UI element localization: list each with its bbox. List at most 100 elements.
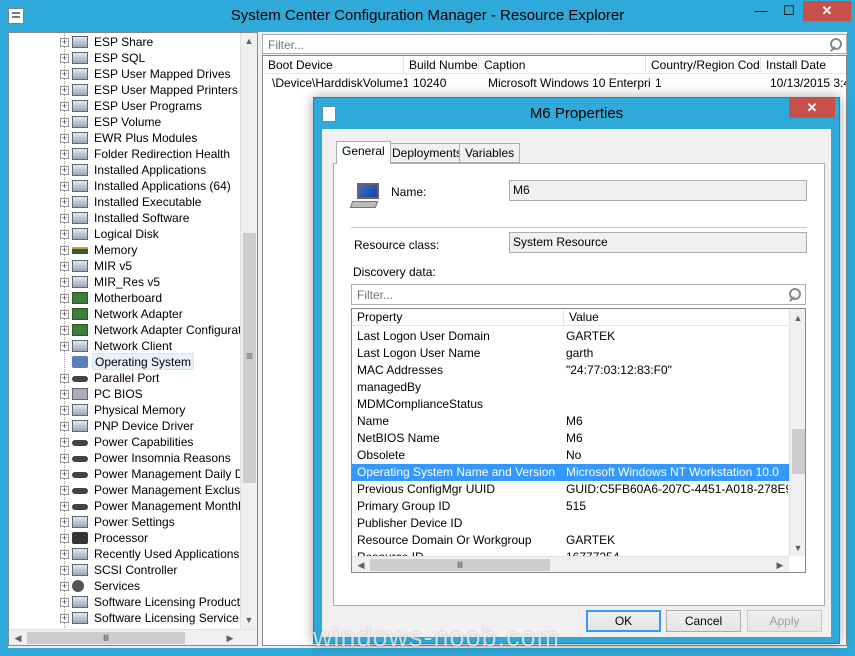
tree-item[interactable]: + ESP Volume xyxy=(9,114,240,130)
tree-item[interactable]: + Network Client xyxy=(9,338,240,354)
property-row[interactable]: Operating System Name and Version Microso… xyxy=(352,464,789,481)
name-field[interactable]: M6 xyxy=(509,180,807,201)
tree-item[interactable]: + Physical Memory xyxy=(9,402,240,418)
tree-item[interactable]: + Power Settings xyxy=(9,514,240,530)
expand-icon[interactable]: + xyxy=(60,310,69,319)
expand-icon[interactable]: + xyxy=(60,406,69,415)
tree-item[interactable]: + Power Management Daily Data xyxy=(9,466,257,482)
expand-icon[interactable]: + xyxy=(60,390,69,399)
expand-icon[interactable]: + xyxy=(60,534,69,543)
tree-item[interactable]: + Memory xyxy=(9,242,240,258)
expand-icon[interactable]: + xyxy=(60,486,69,495)
property-row[interactable]: MDMComplianceStatus xyxy=(352,396,789,413)
tree-item[interactable]: + PC BIOS xyxy=(9,386,240,402)
tree-item[interactable]: + ESP User Mapped Printers xyxy=(9,82,240,98)
property-row[interactable]: NetBIOS Name M6 xyxy=(352,430,789,447)
tab-variables[interactable]: Variables xyxy=(459,143,521,163)
expand-icon[interactable]: + xyxy=(60,102,69,111)
property-row[interactable]: Last Logon User Domain GARTEK xyxy=(352,328,789,345)
expand-icon[interactable]: + xyxy=(60,86,69,95)
expand-icon[interactable]: + xyxy=(60,614,69,623)
tree-scroll-down-icon[interactable]: ▼ xyxy=(241,612,257,628)
expand-icon[interactable]: + xyxy=(60,518,69,527)
tree-vertical-scrollbar[interactable]: ▲ ≡ ▼ xyxy=(240,33,257,629)
cancel-button[interactable]: Cancel xyxy=(666,610,741,632)
tree-item[interactable]: + Recently Used Applications xyxy=(9,546,240,562)
column-header-country-region-code[interactable]: Country/Region Code xyxy=(646,56,761,74)
ok-button[interactable]: OK xyxy=(586,610,661,632)
discovery-search-icon[interactable] xyxy=(788,288,801,301)
apply-button[interactable]: Apply xyxy=(747,610,822,632)
minimize-button[interactable]: — xyxy=(748,1,774,21)
column-header-build-number[interactable]: Build Number xyxy=(404,56,479,74)
tree-item[interactable]: + PNP Device Driver xyxy=(9,418,240,434)
tree-item[interactable]: +Operating System xyxy=(9,353,240,370)
expand-icon[interactable]: + xyxy=(60,278,69,287)
expand-icon[interactable]: + xyxy=(60,166,69,175)
expand-icon[interactable]: + xyxy=(60,38,69,47)
expand-icon[interactable]: + xyxy=(60,294,69,303)
expand-icon[interactable]: + xyxy=(60,374,69,383)
expand-icon[interactable]: + xyxy=(60,342,69,351)
discovery-data-grid[interactable]: Property Value Last Logon User Domain GAR… xyxy=(351,308,806,573)
tree-item[interactable]: + Power Management Monthly Da xyxy=(9,498,257,514)
tree-item[interactable]: + Processor xyxy=(9,530,240,546)
close-button[interactable]: ✕ xyxy=(803,1,851,21)
tree-item[interactable]: + MIR v5 xyxy=(9,258,240,274)
tree-item[interactable]: + Software Licensing Product xyxy=(9,594,240,610)
discovery-scroll-left-icon[interactable]: ◀ xyxy=(353,557,369,572)
expand-icon[interactable]: + xyxy=(60,118,69,127)
expand-icon[interactable]: + xyxy=(60,150,69,159)
expand-icon[interactable]: + xyxy=(60,54,69,63)
property-row[interactable]: Publisher Device ID xyxy=(352,515,789,532)
expand-icon[interactable]: + xyxy=(60,326,69,335)
discovery-scroll-down-icon[interactable]: ▼ xyxy=(790,540,805,556)
expand-icon[interactable]: + xyxy=(60,214,69,223)
tree-item[interactable]: + Network Adapter xyxy=(9,306,240,322)
tree-item[interactable]: + Power Capabilities xyxy=(9,434,240,450)
tree-item[interactable]: + Motherboard xyxy=(9,290,240,306)
tree-horizontal-scrollbar[interactable]: ◀ Ⅲ ▶ xyxy=(9,629,257,645)
property-row[interactable]: Last Logon User Name garth xyxy=(352,345,789,362)
tab-general[interactable]: General xyxy=(336,141,391,164)
expand-icon[interactable]: + xyxy=(60,134,69,143)
expand-icon[interactable]: + xyxy=(60,582,69,591)
tree-hscroll-thumb[interactable]: Ⅲ xyxy=(27,632,185,644)
tree-item[interactable]: + ESP User Programs xyxy=(9,98,240,114)
tree-item[interactable]: + Power Management Exclusion S xyxy=(9,482,257,498)
column-header-property[interactable]: Property xyxy=(352,309,564,326)
tree-item[interactable]: + MIR_Res v5 xyxy=(9,274,240,290)
column-header-value[interactable]: Value xyxy=(564,309,789,326)
property-row[interactable]: managedBy xyxy=(352,379,789,396)
discovery-filter-input[interactable] xyxy=(355,287,754,303)
results-filter-input[interactable] xyxy=(266,37,780,53)
tree-item[interactable]: + Software Licensing Service xyxy=(9,610,240,626)
cell-install-date[interactable]: 10/13/2015 3:4 xyxy=(765,74,846,92)
expand-icon[interactable]: + xyxy=(60,502,69,511)
expand-icon[interactable]: + xyxy=(60,70,69,79)
dialog-title-bar[interactable]: M6 Properties ✕ xyxy=(314,98,839,129)
expand-icon[interactable]: + xyxy=(60,246,69,255)
tree-item[interactable]: + Services xyxy=(9,578,240,594)
column-header-caption[interactable]: Caption xyxy=(479,56,646,74)
cell-build-number[interactable]: 10240 xyxy=(408,74,483,92)
cell-country-region-code[interactable]: 1 xyxy=(650,74,765,92)
discovery-horizontal-scrollbar[interactable]: ◀ Ⅲ ▶ xyxy=(352,556,789,572)
expand-icon[interactable]: + xyxy=(60,438,69,447)
tree-scroll-left-icon[interactable]: ◀ xyxy=(10,630,26,645)
property-row[interactable]: Resource Domain Or Workgroup GARTEK xyxy=(352,532,789,549)
tree-scroll-up-icon[interactable]: ▲ xyxy=(241,33,257,49)
tree-item[interactable]: + SCSI Controller xyxy=(9,562,240,578)
results-filter[interactable] xyxy=(262,34,847,54)
discovery-scroll-right-icon[interactable]: ▶ xyxy=(772,557,788,572)
expand-icon[interactable]: + xyxy=(60,454,69,463)
discovery-vertical-scrollbar[interactable]: ▲ ▼ xyxy=(789,309,805,556)
expand-icon[interactable]: + xyxy=(60,262,69,271)
property-row[interactable]: Previous ConfigMgr UUID GUID:C5FB60A6-207… xyxy=(352,481,789,498)
expand-icon[interactable]: + xyxy=(60,566,69,575)
tree-item[interactable]: + Logical Disk xyxy=(9,226,240,242)
maximize-button[interactable]: ☐ xyxy=(776,1,802,21)
expand-icon[interactable]: + xyxy=(60,470,69,479)
tree-item[interactable]: + Installed Applications xyxy=(9,162,240,178)
expand-icon[interactable]: + xyxy=(60,198,69,207)
